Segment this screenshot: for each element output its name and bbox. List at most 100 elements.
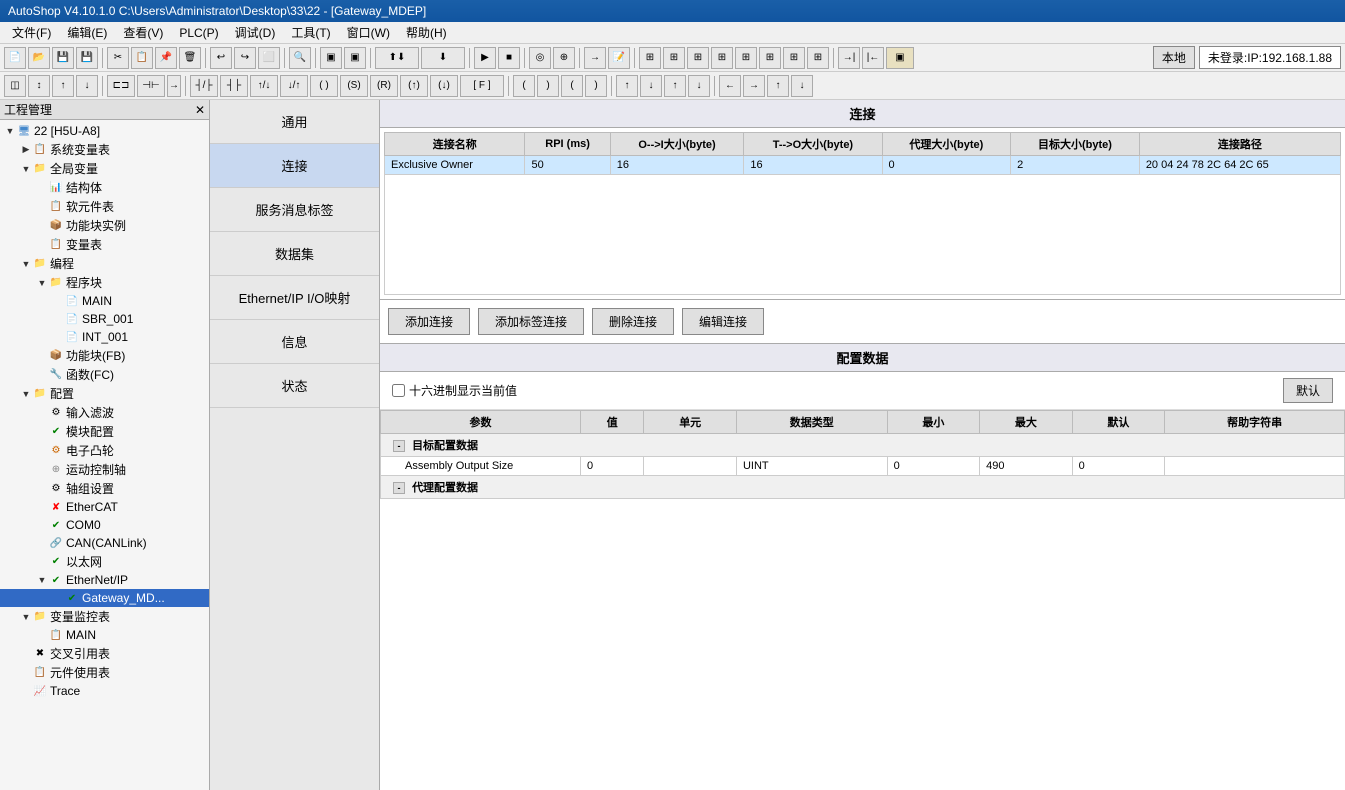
btn-add-tag-connection[interactable]: 添加标签连接 — [478, 308, 584, 335]
tb-grid7[interactable]: ⊞ — [783, 47, 805, 69]
tree-node-mainmon[interactable]: 📋 MAIN — [0, 626, 209, 644]
tb-nc[interactable]: ┤/├ — [190, 75, 218, 97]
tb-l6[interactable]: ⊣⊢ — [137, 75, 165, 97]
tree-node-canlink[interactable]: 🔗 CAN(CANLink) — [0, 534, 209, 552]
tb-download[interactable]: ⬇ — [421, 47, 465, 69]
config-data-row-0[interactable]: Assembly Output Size 0 UINT 0 490 0 — [381, 457, 1345, 476]
tree-node-root[interactable]: ▼ 🖥 22 [H5U-A8] — [0, 122, 209, 140]
expander-root[interactable]: ▼ — [4, 125, 16, 137]
tb-parens2[interactable]: ) — [537, 75, 559, 97]
expander-config[interactable]: ▼ — [20, 388, 32, 400]
tree-node-ethernet[interactable]: ✔ 以太网 — [0, 552, 209, 571]
tb-l7[interactable]: → — [167, 75, 181, 97]
expander-globalvars[interactable]: ▼ — [20, 163, 32, 175]
project-close-icon[interactable]: ✕ — [195, 103, 205, 117]
tree-node-struct[interactable]: 📊 结构体 — [0, 178, 209, 197]
tree-node-fb[interactable]: 📦 功能块(FB) — [0, 346, 209, 365]
tb-v2[interactable]: 📝 — [608, 47, 630, 69]
tb-parens1[interactable]: ( — [513, 75, 535, 97]
tree-node-progblocks[interactable]: ▼ 📁 程序块 — [0, 273, 209, 292]
tb-func[interactable]: [ F ] — [460, 75, 504, 97]
expander-gateway[interactable] — [52, 592, 64, 604]
tree-node-globalvars[interactable]: ▼ 📁 全局变量 — [0, 159, 209, 178]
tree-node-config[interactable]: ▼ 📁 配置 — [0, 384, 209, 403]
tb-open[interactable]: 📂 — [28, 47, 50, 69]
tree-node-trace[interactable]: 📈 Trace — [0, 682, 209, 700]
expander-canlink[interactable] — [36, 537, 48, 549]
tree-node-prog[interactable]: ▼ 📁 编程 — [0, 254, 209, 273]
tb-redo[interactable]: ↪ — [234, 47, 256, 69]
nav-dataset[interactable]: 数据集 — [210, 232, 379, 276]
tree-node-ethercat[interactable]: ✘ EtherCAT — [0, 498, 209, 516]
menu-tools[interactable]: 工具(T) — [283, 22, 338, 43]
expander-com0[interactable] — [36, 519, 48, 531]
tree-node-axisgroup[interactable]: ⚙ 轴组设置 — [0, 479, 209, 498]
menu-edit[interactable]: 编辑(E) — [59, 22, 115, 43]
tb-delete[interactable]: 🗑 — [179, 47, 201, 69]
nav-io-map[interactable]: Ethernet/IP I/O映射 — [210, 276, 379, 320]
expander-moduleconfig[interactable] — [36, 426, 48, 438]
tree-node-motionaxis[interactable]: ⊕ 运动控制轴 — [0, 460, 209, 479]
expander-main[interactable] — [52, 295, 64, 307]
tb-coil[interactable]: ( ) — [310, 75, 338, 97]
local-button[interactable]: 本地 — [1153, 46, 1195, 69]
expander-varmonitor[interactable]: ▼ — [20, 611, 32, 623]
tb-copy[interactable]: 📋 — [131, 47, 153, 69]
tree-node-moduleconfig[interactable]: ✔ 模块配置 — [0, 422, 209, 441]
expander-eleccam[interactable] — [36, 445, 48, 457]
expander-fb[interactable] — [36, 350, 48, 362]
collapse-icon-proxy[interactable]: - — [393, 482, 405, 494]
menu-debug[interactable]: 调试(D) — [227, 22, 284, 43]
nav-status[interactable]: 状态 — [210, 364, 379, 408]
tree-node-crossref[interactable]: ✖ 交叉引用表 — [0, 644, 209, 663]
tb-login[interactable]: →| — [838, 47, 860, 69]
tb-b2[interactable]: ▣ — [344, 47, 366, 69]
menu-view[interactable]: 查看(V) — [115, 22, 171, 43]
menu-plc[interactable]: PLC(P) — [171, 24, 226, 42]
tb-search[interactable]: 🔍 — [289, 47, 311, 69]
conn-row-0[interactable]: Exclusive Owner 50 16 16 0 2 20 04 24 78… — [385, 156, 1341, 175]
collapse-icon-target[interactable]: - — [393, 440, 405, 452]
tb-grid6[interactable]: ⊞ — [759, 47, 781, 69]
tb-upload[interactable]: ⬆⬇ — [375, 47, 419, 69]
tb-arr1[interactable]: ← — [719, 75, 741, 97]
tree-node-int001[interactable]: 📄 INT_001 — [0, 328, 209, 346]
expander-ethernet[interactable] — [36, 556, 48, 568]
tb-grid5[interactable]: ⊞ — [735, 47, 757, 69]
tb-grid2[interactable]: ⊞ — [663, 47, 685, 69]
tb-v1[interactable]: → — [584, 47, 606, 69]
tb-comm[interactable]: ▣ — [886, 47, 914, 69]
tb-grid4[interactable]: ⊞ — [711, 47, 733, 69]
btn-edit-connection[interactable]: 编辑连接 — [682, 308, 764, 335]
expander-softelem[interactable] — [36, 201, 48, 213]
expander-inputfilter[interactable] — [36, 407, 48, 419]
expander-fbinst[interactable] — [36, 220, 48, 232]
expander-ethernetip[interactable]: ▼ — [36, 574, 48, 586]
expander-sbr001[interactable] — [52, 313, 64, 325]
tb-sym4[interactable]: ↓ — [688, 75, 710, 97]
tree-node-softelem[interactable]: 📋 软元件表 — [0, 197, 209, 216]
tree-node-ethernetip[interactable]: ▼ ✔ EtherNet/IP — [0, 571, 209, 589]
tb-l1[interactable]: ◫ — [4, 75, 26, 97]
tb-clear[interactable]: ⬜ — [258, 47, 280, 69]
tree-node-fbinst[interactable]: 📦 功能块实例 — [0, 216, 209, 235]
expander-elemuse[interactable] — [20, 667, 32, 679]
expander-axisgroup[interactable] — [36, 483, 48, 495]
tb-neg[interactable]: ↓/↑ — [280, 75, 308, 97]
menu-window[interactable]: 窗口(W) — [339, 22, 398, 43]
tb-cn[interactable]: (↓) — [430, 75, 458, 97]
expander-motionaxis[interactable] — [36, 464, 48, 476]
tree-node-gateway[interactable]: ✔ Gateway_MD... — [0, 589, 209, 607]
tb-undo[interactable]: ↩ — [210, 47, 232, 69]
tree-node-main[interactable]: 📄 MAIN — [0, 292, 209, 310]
nav-service-msg[interactable]: 服务消息标签 — [210, 188, 379, 232]
tb-cut[interactable]: ✂ — [107, 47, 129, 69]
tb-sym2[interactable]: ↓ — [640, 75, 662, 97]
tb-b1[interactable]: ▣ — [320, 47, 342, 69]
default-button[interactable]: 默认 — [1283, 378, 1333, 403]
tree-node-fc[interactable]: 🔧 函数(FC) — [0, 365, 209, 384]
menu-file[interactable]: 文件(F) — [4, 22, 59, 43]
expander-fc[interactable] — [36, 369, 48, 381]
tb-paste[interactable]: 📌 — [155, 47, 177, 69]
tree-node-sysvars[interactable]: ▶ 📋 系统变量表 — [0, 140, 209, 159]
